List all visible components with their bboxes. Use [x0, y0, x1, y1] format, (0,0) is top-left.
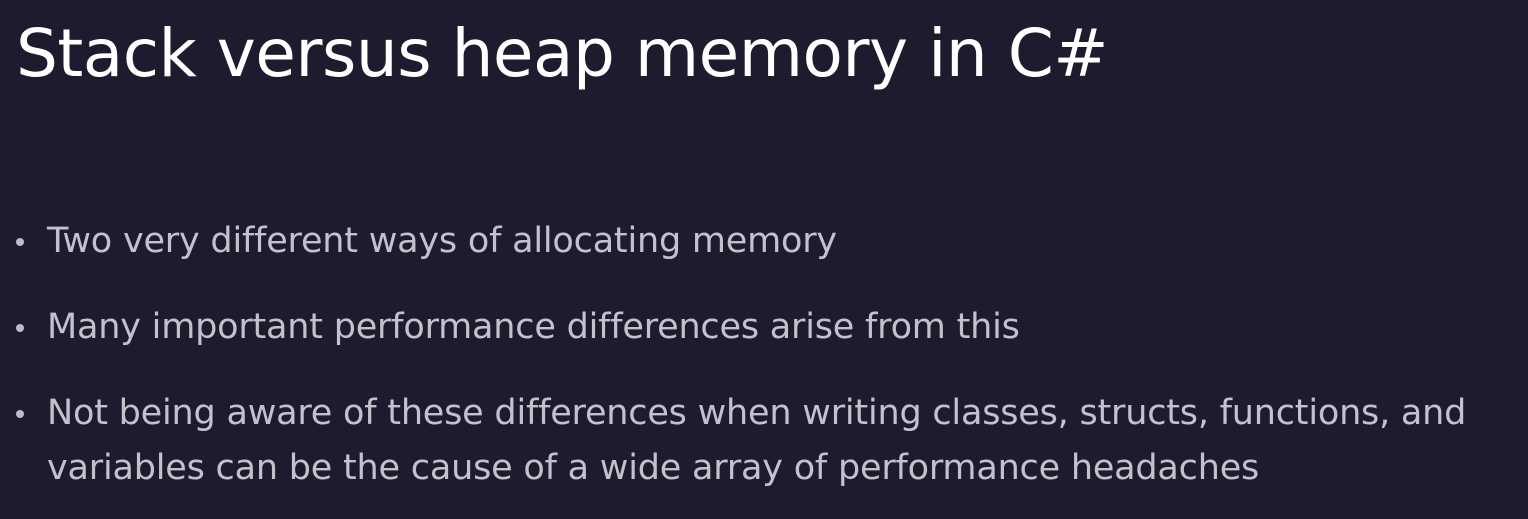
- bullet-dot-icon: [16, 238, 24, 246]
- bullet-item: Two very different ways of allocating me…: [16, 214, 1516, 269]
- bullet-list: Two very different ways of allocating me…: [16, 214, 1516, 496]
- bullet-dot-icon: [16, 324, 24, 332]
- bullet-text: Many important performance differences a…: [47, 307, 1020, 347]
- bullet-item: Not being aware of these differences whe…: [16, 386, 1516, 496]
- slide-title: Stack versus heap memory in C#: [16, 15, 1109, 92]
- bullet-text: Two very different ways of allocating me…: [47, 221, 837, 261]
- slide: Stack versus heap memory in C# Two very …: [0, 0, 1528, 519]
- bullet-item: Many important performance differences a…: [16, 300, 1516, 355]
- bullet-text: Not being aware of these differences whe…: [47, 393, 1467, 488]
- bullet-dot-icon: [16, 410, 24, 418]
